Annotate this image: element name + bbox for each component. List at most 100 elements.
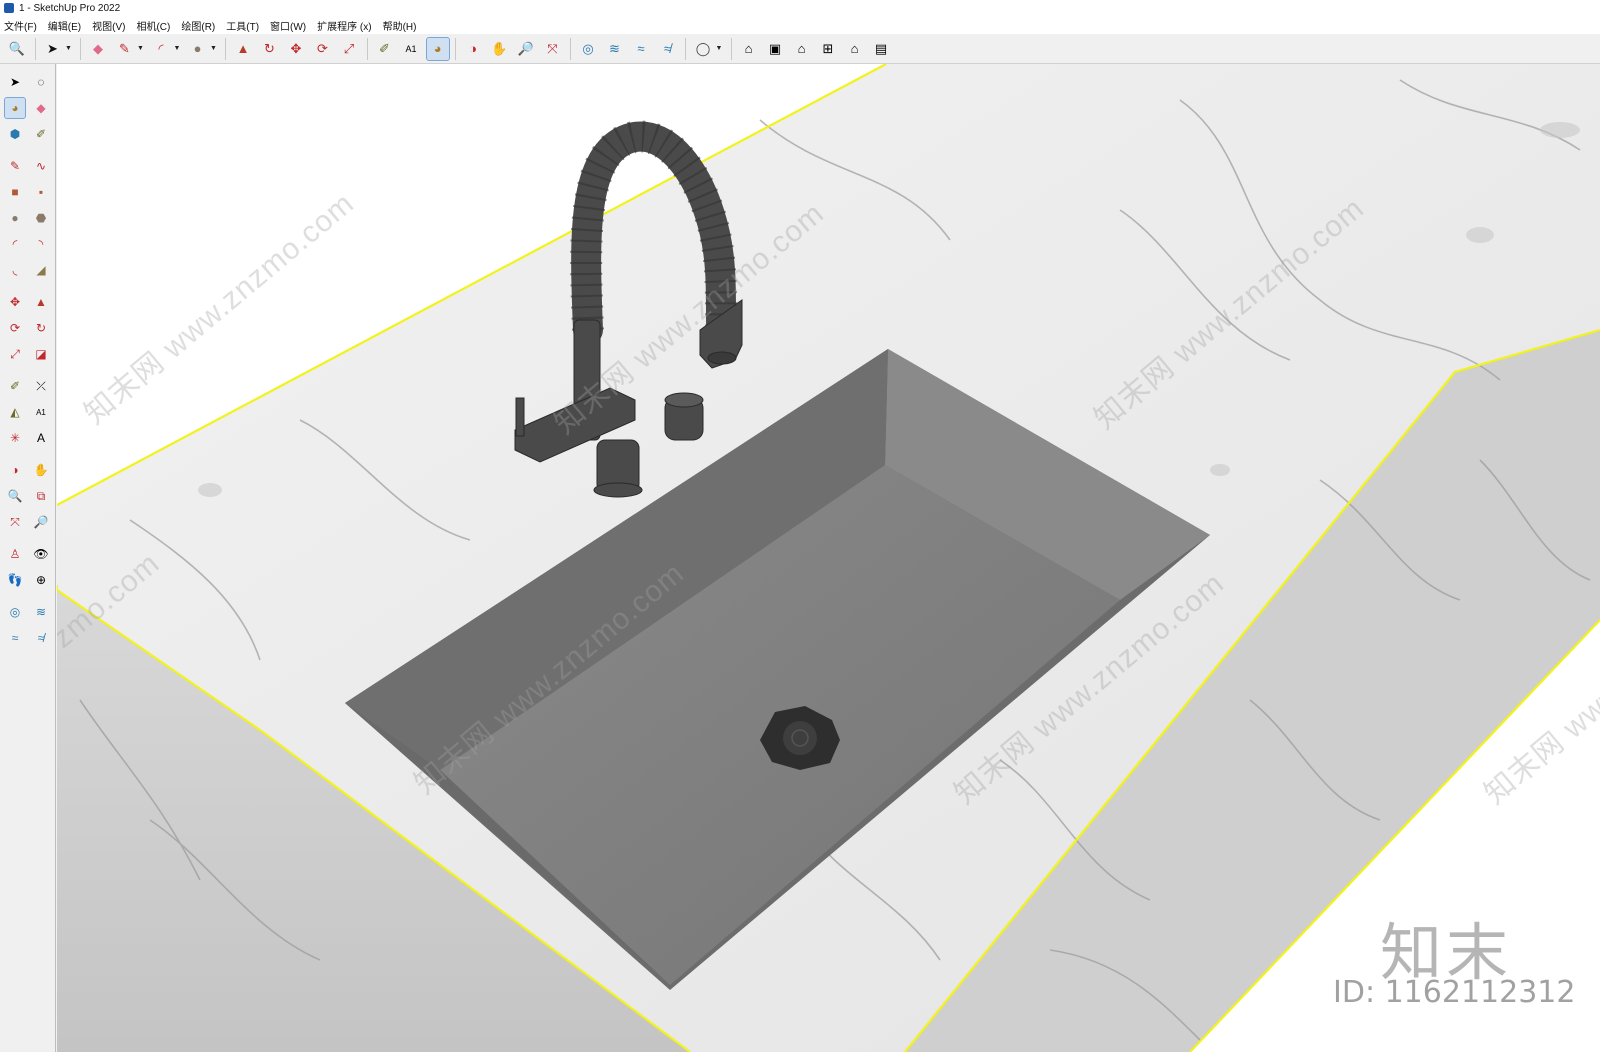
chevron-down-icon[interactable]: ▼ — [174, 45, 182, 52]
title-bar: 1 - SketchUp Pro 2022 — [0, 0, 1600, 16]
smoove-icon[interactable]: ≋ — [31, 602, 51, 622]
freehand-icon[interactable]: ∿ — [31, 156, 51, 176]
drape-icon[interactable]: ≉ — [657, 38, 679, 60]
move-icon[interactable]: ✥ — [285, 38, 307, 60]
menu-edit[interactable]: 编辑(E) — [48, 18, 81, 33]
zoom-icon[interactable]: 🔍 — [6, 38, 28, 60]
pie-icon[interactable]: ◢ — [31, 260, 51, 280]
left-toolbar: ➤ ◌ ◕ ◆ ⬢ ✐ ✎ ∿ ■ ▪ ● ⬣ ◜ ◝ ◟ ◢ ✥ ▲ ⟳ ↻ … — [0, 64, 56, 1052]
select-icon[interactable]: ➤ — [5, 72, 25, 92]
two-point-arc-icon[interactable]: ◝ — [31, 234, 51, 254]
toolbar-separator — [34, 37, 36, 60]
menu-window[interactable]: 窗口(W) — [270, 18, 306, 33]
back-view-icon[interactable]: ⌂ — [844, 38, 866, 60]
zoom-extents-icon[interactable]: ⤧ — [5, 512, 25, 532]
menu-camera[interactable]: 相机(C) — [136, 18, 170, 33]
axes-icon[interactable]: ✳ — [5, 428, 25, 448]
menu-draw[interactable]: 绘图(R) — [181, 18, 215, 33]
paint-icon[interactable]: ◕ — [425, 36, 450, 61]
orbit-icon[interactable]: ◑ — [5, 460, 25, 480]
paint-bucket-icon[interactable]: ◕ — [4, 97, 26, 119]
select-icon[interactable]: ➤ — [42, 38, 64, 60]
offset-icon[interactable]: ◪ — [31, 344, 51, 364]
chevron-down-icon[interactable]: ▼ — [210, 45, 218, 52]
3d-viewport[interactable]: 知末网 www.znzmo.com 知末网 www.znzmo.com 知末网 … — [57, 64, 1600, 1052]
front-view-icon[interactable]: ⌂ — [791, 38, 813, 60]
orbit-icon[interactable]: ◑ — [462, 38, 484, 60]
protractor-icon[interactable]: ◭ — [5, 402, 25, 422]
dimension-icon[interactable]: ⤫ — [31, 376, 51, 396]
tag-icon[interactable]: ✐ — [31, 124, 51, 144]
chevron-down-icon[interactable]: ▼ — [137, 45, 145, 52]
sandbox-icon[interactable]: ◎ — [577, 38, 599, 60]
rotate-icon[interactable]: ⟳ — [312, 38, 334, 60]
menu-tools[interactable]: 工具(T) — [226, 18, 259, 33]
right-view-icon[interactable]: ⊞ — [817, 38, 839, 60]
text-icon[interactable]: A1 — [400, 38, 422, 60]
line-icon[interactable]: ✎ — [5, 156, 25, 176]
zoom-window-icon[interactable]: ⧉ — [31, 486, 51, 506]
scale-icon[interactable]: ⤢ — [338, 38, 360, 60]
menu-file[interactable]: 文件(F) — [4, 18, 37, 33]
arc-icon[interactable]: ◜ — [5, 234, 25, 254]
rotate-icon[interactable]: ⟳ — [5, 318, 25, 338]
circle-icon[interactable]: ● — [187, 38, 209, 60]
3d-text-icon[interactable]: A — [31, 428, 51, 448]
zoom-icon[interactable]: 🔍 — [5, 486, 25, 506]
user-icon[interactable]: ◯ — [692, 38, 714, 60]
three-point-arc-icon[interactable]: ◟ — [5, 260, 25, 280]
toolbar-separator — [685, 37, 686, 60]
look-around-icon[interactable]: 👁 — [31, 544, 51, 564]
chevron-down-icon[interactable]: ▼ — [716, 45, 724, 52]
pan-icon[interactable]: ✋ — [489, 38, 511, 60]
pushpull-icon[interactable]: ▲ — [232, 38, 254, 60]
toolbar-separator — [455, 37, 456, 60]
followme-icon[interactable]: ↻ — [259, 38, 281, 60]
text-icon[interactable]: A1 — [31, 402, 51, 422]
top-view-icon[interactable]: ▣ — [764, 38, 786, 60]
image-id-label: ID: 1162112312 — [1333, 975, 1576, 1010]
rotated-rectangle-icon[interactable]: ▪ — [31, 182, 51, 202]
menu-extensions[interactable]: 扩展程序 (x) — [317, 18, 371, 33]
line-icon[interactable]: ✎ — [114, 38, 136, 60]
stamp-icon[interactable]: ≈ — [630, 38, 652, 60]
zoom-tool-icon[interactable]: 🔎 — [515, 38, 537, 60]
position-camera-icon[interactable]: ♙ — [5, 544, 25, 564]
section-plane-icon[interactable]: ⊕ — [31, 570, 51, 590]
previous-view-icon[interactable]: 🔎 — [31, 512, 51, 532]
toolbar-separator — [570, 37, 571, 60]
walk-icon[interactable]: 👣 — [5, 570, 25, 590]
window-title: 1 - SketchUp Pro 2022 — [19, 2, 121, 14]
menu-bar: 文件(F) 编辑(E) 视图(V) 相机(C) 绘图(R) 工具(T) 窗口(W… — [0, 16, 1600, 34]
left-view-icon[interactable]: ▤ — [870, 38, 892, 60]
menu-help[interactable]: 帮助(H) — [383, 18, 417, 33]
chevron-down-icon[interactable]: ▼ — [65, 45, 73, 52]
move-icon[interactable]: ✥ — [5, 292, 25, 312]
scale-icon[interactable]: ⤢ — [5, 344, 25, 364]
stamp-icon[interactable]: ≈ — [5, 628, 25, 648]
toolbar-separator — [80, 37, 81, 60]
sandbox-icon[interactable]: ◎ — [5, 602, 25, 622]
followme-icon[interactable]: ↻ — [31, 318, 51, 338]
sketchup-window: 1 - SketchUp Pro 2022 文件(F) 编辑(E) 视图(V) … — [0, 0, 1600, 1052]
drape-icon[interactable]: ≉ — [31, 628, 51, 648]
polygon-icon[interactable]: ⬣ — [31, 208, 51, 228]
component-icon[interactable]: ⬢ — [5, 124, 25, 144]
tape-icon[interactable]: ✐ — [5, 376, 25, 396]
menu-view[interactable]: 视图(V) — [92, 18, 125, 33]
eraser-icon[interactable]: ◆ — [87, 38, 109, 60]
zoom-extents-icon[interactable]: ⤧ — [542, 38, 564, 60]
circle-icon[interactable]: ● — [5, 208, 25, 228]
pan-icon[interactable]: ✋ — [31, 460, 51, 480]
toolbar-separator — [730, 37, 732, 60]
arc-icon[interactable]: ◜ — [150, 38, 172, 60]
eraser-icon[interactable]: ◆ — [31, 98, 51, 118]
rectangle-icon[interactable]: ■ — [5, 182, 25, 202]
toolbar-separator — [225, 37, 226, 60]
iso-view-icon[interactable]: ⌂ — [738, 38, 760, 60]
smoove-icon[interactable]: ≋ — [604, 38, 626, 60]
lasso-icon[interactable]: ◌ — [31, 72, 51, 92]
tape-icon[interactable]: ✐ — [374, 38, 396, 60]
pushpull-icon[interactable]: ▲ — [31, 292, 51, 312]
sketchup-logo-icon — [4, 3, 14, 13]
